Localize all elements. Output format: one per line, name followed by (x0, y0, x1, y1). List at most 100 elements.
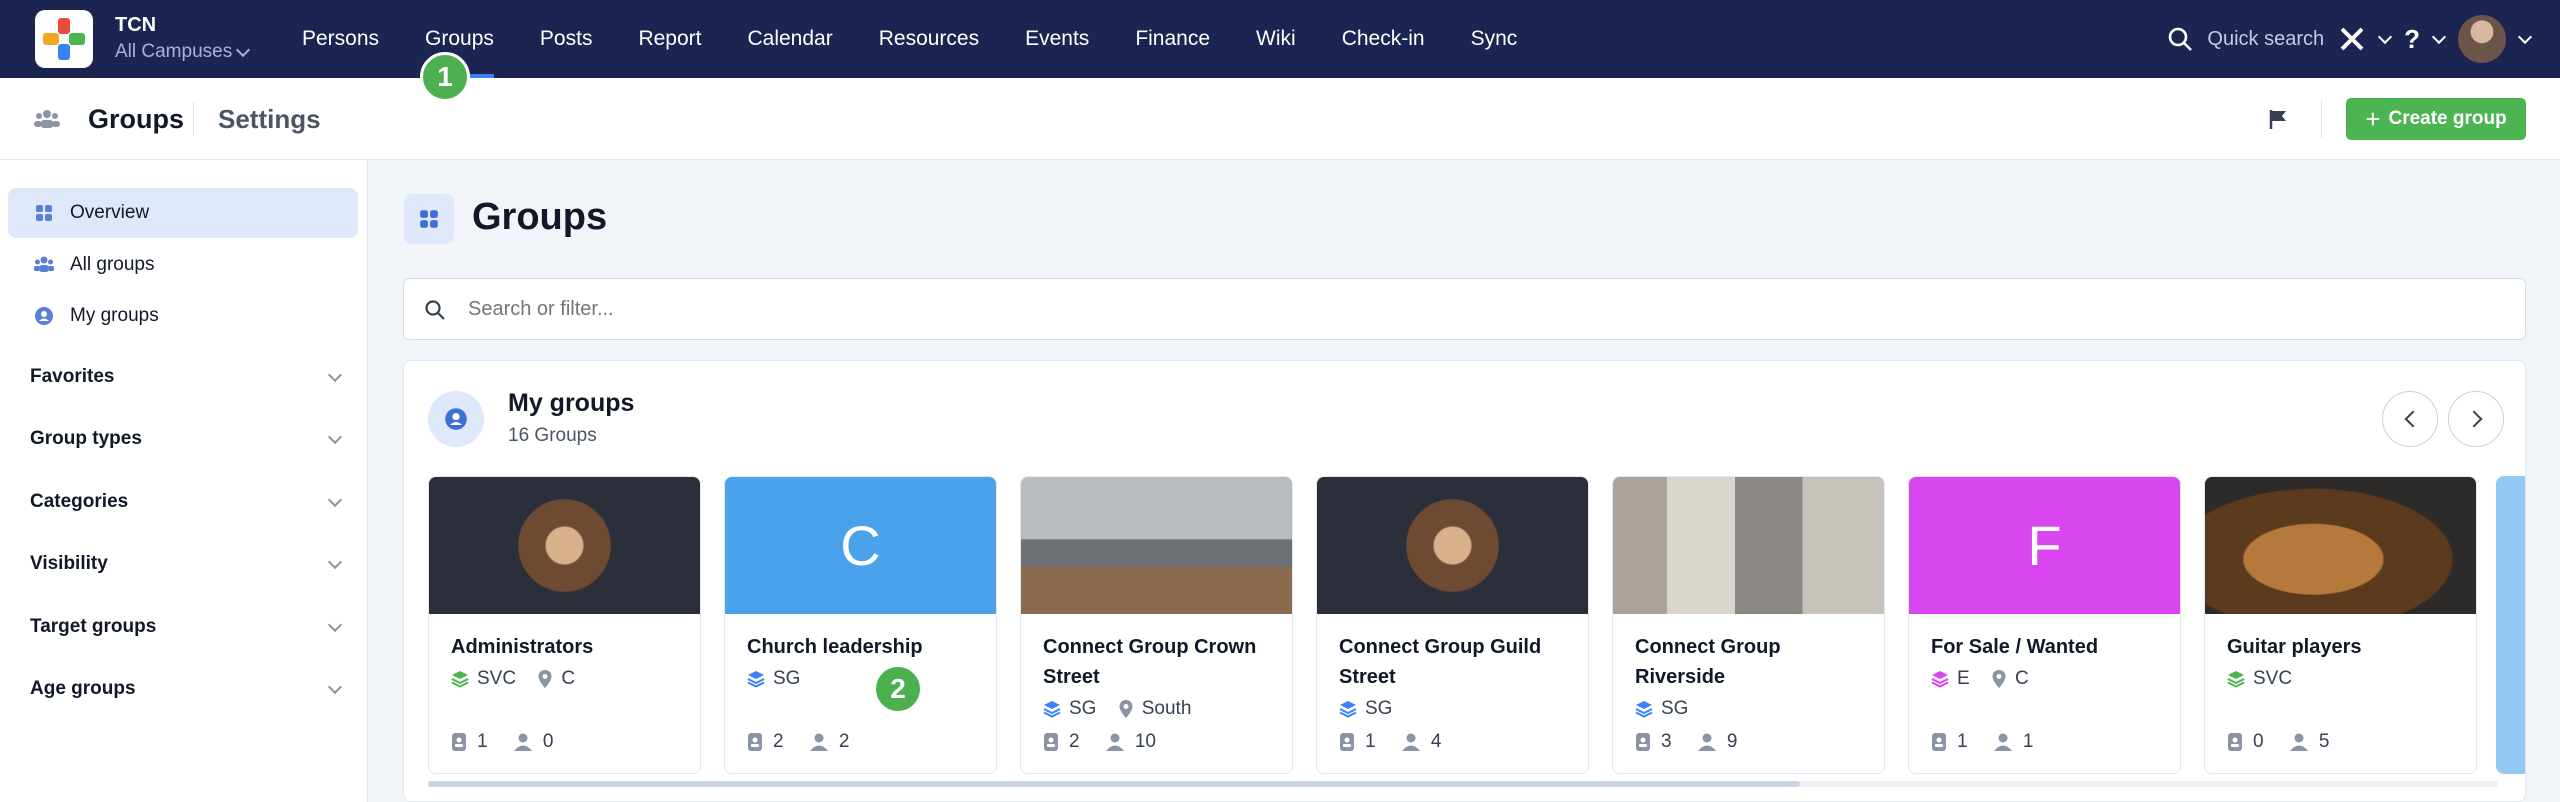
group-name: Connect Group Guild Street (1339, 636, 1542, 688)
leader-count: 1 (1957, 731, 1968, 752)
nav-item-sync[interactable]: Sync (1471, 0, 1518, 78)
nav-item-report[interactable]: Report (638, 0, 701, 78)
search-icon[interactable] (2167, 26, 2193, 52)
location-pin-icon (538, 670, 552, 688)
chevron-down-icon[interactable] (2431, 29, 2447, 44)
group-initial-image: C (725, 477, 996, 614)
group-photo (1613, 477, 1884, 614)
search-icon (425, 300, 445, 320)
nav-item-wiki[interactable]: Wiki (1256, 0, 1296, 78)
id-badge-icon (1340, 733, 1354, 751)
my-groups-title: My groups (508, 389, 635, 417)
nav-item-posts[interactable]: Posts (540, 0, 593, 78)
group-type: SVC (2253, 668, 2293, 689)
group-card[interactable]: Connect Group Riverside SG 3 9 (1612, 476, 1885, 774)
layers-icon (1931, 671, 1949, 688)
sidebar-section-visibility[interactable]: Visibility (30, 553, 343, 575)
nav-item-finance[interactable]: Finance (1135, 0, 1210, 78)
id-badge-icon (452, 733, 466, 751)
help-icon[interactable]: ? (2404, 24, 2420, 55)
carousel-next-button[interactable] (2448, 391, 2504, 447)
plus-icon: + (2365, 103, 2381, 134)
group-card[interactable]: Guitar players SVC 0 5 (2204, 476, 2477, 774)
step-marker-2: 2 (873, 664, 923, 714)
search-input[interactable] (468, 297, 2525, 321)
section-title[interactable]: Groups (88, 104, 184, 135)
group-card[interactable]: Connect Group Crown Street SG South 2 10 (1020, 476, 1293, 774)
settings-link[interactable]: Settings (218, 104, 321, 135)
create-group-button[interactable]: + Create group (2346, 98, 2526, 140)
group-name: Administrators (451, 636, 594, 658)
group-card[interactable]: Administrators SVC C 1 0 (428, 476, 701, 774)
carousel-prev-button[interactable] (2382, 391, 2438, 447)
nav-item-calendar[interactable]: Calendar (747, 0, 832, 78)
sidebar-section-target-groups[interactable]: Target groups (30, 616, 343, 638)
group-card[interactable]: Connect Group Guild Street SG 1 4 (1316, 476, 1589, 774)
sidebar-section-age-groups[interactable]: Age groups (30, 678, 343, 700)
nav-item-resources[interactable]: Resources (879, 0, 979, 78)
sidebar-item-my-groups[interactable]: My groups (8, 291, 358, 341)
sidebar-item-all-groups[interactable]: All groups (8, 240, 358, 290)
campus-label: All Campuses (115, 41, 233, 62)
location-pin-icon (1119, 700, 1133, 718)
chevron-down-icon[interactable] (2517, 29, 2533, 44)
sidebar-section-categories[interactable]: Categories (30, 491, 343, 513)
app-logo[interactable] (35, 10, 93, 68)
my-groups-panel: My groups 16 Groups Administrators SVC C… (403, 360, 2526, 802)
org-name: TCN (115, 14, 157, 36)
chevron-down-icon[interactable] (2378, 29, 2393, 44)
group-name: For Sale / Wanted (1931, 636, 2099, 658)
member-count: 10 (1134, 731, 1156, 752)
nav-item-check-in[interactable]: Check-in (1342, 0, 1425, 78)
group-location: C (2014, 668, 2029, 689)
layers-icon (451, 671, 469, 688)
id-badge-icon (1932, 733, 1946, 751)
page-title: Groups (472, 196, 608, 238)
layers-icon (747, 671, 765, 688)
horizontal-scrollbar[interactable] (428, 781, 1800, 787)
next-card-peek[interactable] (2496, 476, 2525, 774)
sidebar-item-overview[interactable]: Overview (8, 188, 358, 238)
organization-switcher[interactable]: TCN All Campuses (115, 14, 251, 63)
section-label: Target groups (30, 616, 157, 637)
person-icon (1105, 733, 1124, 751)
group-location: South (1141, 698, 1192, 719)
sidebar-section-favorites[interactable]: Favorites (30, 366, 343, 388)
groups-overview-icon (404, 194, 454, 244)
chevron-down-icon (327, 679, 343, 694)
section-label: Group types (30, 428, 142, 449)
member-count: 9 (1726, 731, 1738, 752)
chevron-down-icon (327, 429, 343, 444)
sidebar-item-label: Overview (70, 202, 150, 223)
flag-icon[interactable] (2268, 108, 2288, 130)
group-type: SG (773, 668, 801, 689)
quick-search[interactable]: Quick search (2207, 28, 2324, 51)
leader-count: 2 (773, 731, 784, 752)
divider (193, 102, 194, 136)
search-bar[interactable] (403, 278, 2526, 340)
group-type: SG (1365, 698, 1393, 719)
person-icon (809, 733, 828, 751)
id-badge-icon (748, 733, 762, 751)
group-card[interactable]: F For Sale / Wanted E C 1 1 (1908, 476, 2181, 774)
nav-item-persons[interactable]: Persons (302, 0, 379, 78)
group-card[interactable]: C Church leadership SG 2 2 (724, 476, 997, 774)
campus-selector[interactable]: All Campuses (115, 41, 251, 63)
group-type: E (1957, 668, 1970, 689)
group-type: SVC (477, 668, 517, 689)
person-icon (1993, 733, 2012, 751)
main-menu: Persons Groups Posts Report Calendar Resource… (302, 0, 1563, 78)
sidebar-section-group-types[interactable]: Group types (30, 428, 343, 450)
chevron-down-icon (327, 492, 343, 507)
sidebar: Overview All groups My groups Favorites … (0, 160, 368, 802)
tools-icon[interactable] (2338, 25, 2366, 53)
chevron-down-icon (327, 367, 343, 382)
user-avatar[interactable] (2458, 15, 2506, 63)
group-location: C (561, 668, 576, 689)
nav-item-events[interactable]: Events (1025, 0, 1089, 78)
top-right-tools: Quick search ? (2167, 0, 2533, 78)
group-type: SG (1069, 698, 1097, 719)
member-count: 1 (2022, 731, 2034, 752)
layers-icon (2227, 671, 2245, 688)
users-icon (34, 256, 54, 272)
